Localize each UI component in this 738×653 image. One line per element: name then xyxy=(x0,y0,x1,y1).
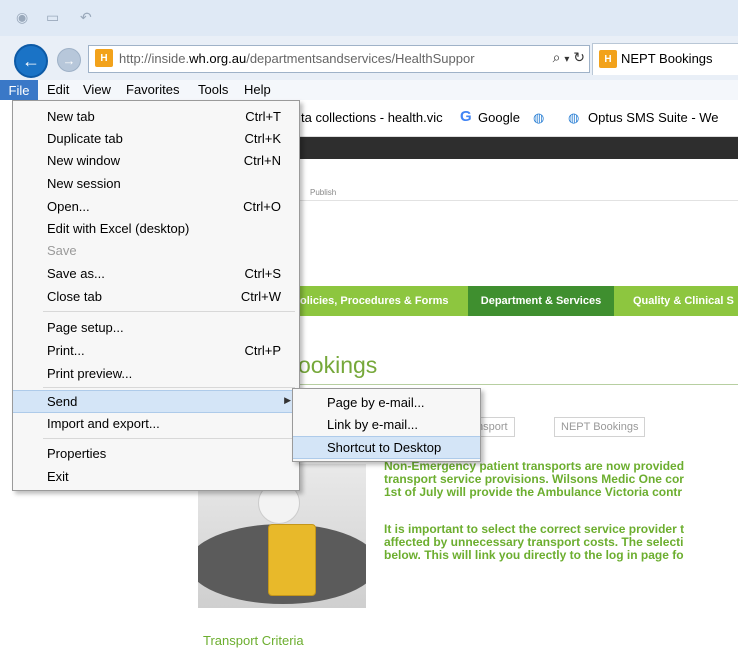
menu-separator xyxy=(43,438,295,439)
menu-view[interactable]: View xyxy=(83,82,111,97)
suitcase-graphic xyxy=(268,524,316,596)
intro-paragraph: Non-Emergency patient transports are now… xyxy=(384,460,738,499)
nav-policies[interactable]: olicies, Procedures & Forms xyxy=(300,286,468,316)
address-tools: ⌕ ▾ ↻ xyxy=(553,49,585,66)
publish-link[interactable]: Publish xyxy=(310,188,336,197)
intro-line: 1st of July will provide the Ambulance V… xyxy=(384,485,683,499)
ie-page-icon-2: ◍ xyxy=(568,110,580,125)
instruction-line: below. This will link you directly to th… xyxy=(384,548,684,562)
submenu-item-link-by-email[interactable]: Link by e-mail... xyxy=(293,414,480,435)
favorite-optus-sms[interactable]: Optus SMS Suite - We xyxy=(588,110,719,125)
menu-item-send[interactable]: Send ▶ xyxy=(13,390,299,413)
undo-icon[interactable]: ↶ xyxy=(80,9,92,26)
favorites-bar: ta collections - health.vic G Google ◍ ◍… xyxy=(300,100,738,137)
nav-department-label: Department & Services xyxy=(480,295,602,307)
menu-item-page-setup[interactable]: Page setup... xyxy=(13,317,299,338)
address-bar[interactable]: H http://inside.wh.org.au/departmentsand… xyxy=(88,45,590,73)
submenu-item-page-by-email[interactable]: Page by e-mail... xyxy=(293,392,480,413)
site-favicon-icon: H xyxy=(95,49,113,67)
site-header-bar xyxy=(300,137,738,159)
breadcrumb-item-nept[interactable]: NEPT Bookings xyxy=(554,417,646,437)
favorite-google[interactable]: Google xyxy=(478,110,520,125)
tab-favicon-icon: H xyxy=(599,50,617,68)
menu-file[interactable]: File xyxy=(0,80,38,100)
nav-quality[interactable]: Quality & Clinical S xyxy=(633,286,734,316)
quick-access-icon[interactable]: ▭ xyxy=(46,9,59,26)
menu-separator xyxy=(43,387,295,388)
menu-item-edit-with-excel[interactable]: Edit with Excel (desktop) xyxy=(13,218,299,239)
menu-item-new-tab[interactable]: New tab Ctrl+T xyxy=(13,106,299,127)
back-button[interactable]: ← xyxy=(14,44,48,78)
transport-criteria-link[interactable]: Transport Criteria xyxy=(203,633,304,648)
divider xyxy=(300,200,738,201)
menu-edit[interactable]: Edit xyxy=(47,82,69,97)
window-title-bar: ◉ ▭ ↶ xyxy=(0,0,738,36)
menu-item-print[interactable]: Print... Ctrl+P xyxy=(13,340,299,361)
menu-item-exit[interactable]: Exit xyxy=(13,466,299,487)
menu-item-properties[interactable]: Properties xyxy=(13,443,299,464)
submenu-arrow-icon: ▶ xyxy=(284,395,291,405)
menu-help[interactable]: Help xyxy=(244,82,271,97)
menu-item-duplicate-tab[interactable]: Duplicate tab Ctrl+K xyxy=(13,128,299,149)
menu-item-import-export[interactable]: Import and export... xyxy=(13,413,299,434)
menu-item-save-as[interactable]: Save as... Ctrl+S xyxy=(13,263,299,284)
nav-department-services[interactable]: Department & Services xyxy=(468,286,614,316)
url-text[interactable]: http://inside.wh.org.au/departmentsandse… xyxy=(119,51,475,66)
google-icon: G xyxy=(460,108,472,125)
forward-button[interactable]: → xyxy=(57,48,81,72)
refresh-icon[interactable]: ↻ xyxy=(573,49,585,65)
search-icon[interactable]: ⌕ xyxy=(553,49,561,65)
menu-item-close-tab[interactable]: Close tab Ctrl+W xyxy=(13,286,299,307)
instruction-paragraph: It is important to select the correct se… xyxy=(384,523,738,562)
title-divider xyxy=(300,384,738,385)
nav-quality-label: Quality & Clinical S xyxy=(633,295,734,307)
menu-tools[interactable]: Tools xyxy=(198,82,228,97)
menu-bar: File Edit View Favorites Tools Help xyxy=(0,80,738,100)
app-icon: ◉ xyxy=(16,9,29,25)
file-menu-dropdown: New tab Ctrl+T Duplicate tab Ctrl+K New wi… xyxy=(12,100,300,491)
menu-item-print-preview[interactable]: Print preview... xyxy=(13,363,299,384)
site-nav: olicies, Procedures & Forms Department &… xyxy=(300,286,738,316)
menu-separator xyxy=(43,311,295,312)
menu-item-new-session[interactable]: New session xyxy=(13,173,299,194)
ie-page-icon: ◍ xyxy=(533,110,545,125)
favorite-health-vic[interactable]: ta collections - health.vic xyxy=(301,110,443,125)
browser-tab[interactable]: H NEPT Bookings xyxy=(592,43,738,75)
forward-arrow-icon: → xyxy=(62,52,76,68)
dropdown-icon[interactable]: ▾ xyxy=(564,54,569,65)
menu-favorites[interactable]: Favorites xyxy=(126,82,179,97)
tab-title: NEPT Bookings xyxy=(621,51,713,66)
submenu-item-shortcut-to-desktop[interactable]: Shortcut to Desktop xyxy=(293,436,480,459)
page-title: ookings xyxy=(298,352,378,378)
send-submenu: Page by e-mail... Link by e-mail... Shor… xyxy=(292,388,481,462)
menu-item-open[interactable]: Open... Ctrl+O xyxy=(13,196,299,217)
menu-item-new-window[interactable]: New window Ctrl+N xyxy=(13,150,299,171)
nav-policies-label: olicies, Procedures & Forms xyxy=(300,295,449,307)
subnav-area xyxy=(300,316,738,350)
back-arrow-icon: ← xyxy=(22,50,40,71)
menu-item-save: Save xyxy=(47,243,77,258)
